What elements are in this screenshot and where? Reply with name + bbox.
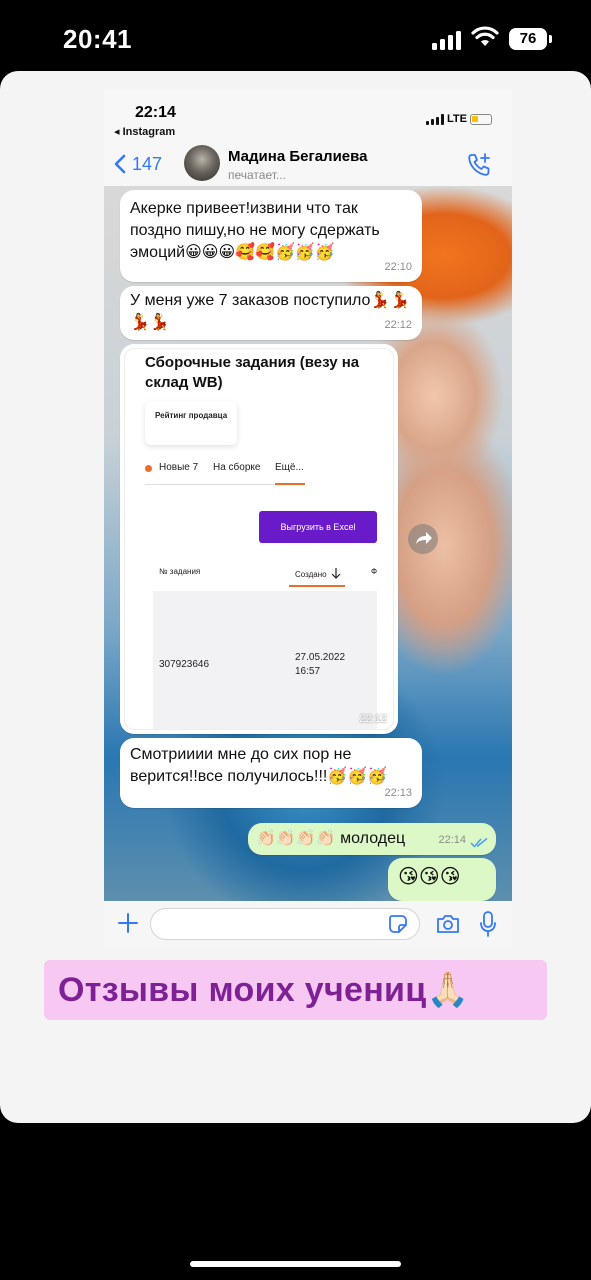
plus-icon[interactable] [116, 911, 140, 935]
column-extra: Ф [371, 567, 378, 576]
inner-status-bar: 22:14 ◂ Instagram LTE [104, 90, 512, 142]
arrow-down-icon [331, 568, 341, 579]
cellular-signal-icon [432, 30, 464, 50]
camera-icon[interactable] [436, 913, 460, 935]
call-add-icon[interactable] [466, 152, 492, 178]
caption-text: Отзывы моих учениц🙏🏻 [58, 971, 470, 1009]
chat-messages[interactable]: Акерке привеет!извини что так поздно пиш… [104, 186, 512, 901]
share-arrow-icon [416, 532, 432, 544]
message-text: 👏🏻👏🏻👏🏻👏🏻 молодец [256, 830, 406, 847]
image-message[interactable]: Сборочные задания (везу на склад WB) Рей… [120, 344, 398, 734]
column-created-label: Создано [295, 570, 327, 579]
message-text: 😘😘😘 [398, 866, 461, 888]
chat-screenshot: 22:14 ◂ Instagram LTE 147 Мадина Бегалие… [104, 90, 512, 948]
notification-dot [145, 465, 152, 472]
outer-clock: 20:41 [63, 24, 132, 54]
message-text: Акерке привеет!извини что так поздно пиш… [130, 200, 380, 261]
message-time: 22:10 [384, 261, 412, 273]
message-bubble[interactable]: Акерке привеет!извини что так поздно пиш… [120, 190, 422, 282]
tab-assembly: На сборке [213, 462, 261, 473]
orders-tabs: Новые 7 На сборке Ещё... [145, 461, 305, 485]
order-datetime: 27.05.2022 16:57 [295, 651, 345, 679]
message-time: 22:12 [384, 319, 412, 331]
tab-new: Новые 7 [159, 462, 199, 473]
wifi-icon [471, 26, 499, 46]
message-time: 22:13 [384, 787, 412, 799]
message-time: 22:14 [438, 834, 466, 846]
forward-button[interactable] [408, 524, 438, 554]
network-type-label: LTE [447, 113, 467, 125]
back-button[interactable]: 147 [114, 150, 162, 178]
outgoing-message-bubble[interactable]: 😘😘😘 [388, 858, 496, 901]
order-number: 307923646 [159, 659, 210, 670]
order-date: 27.05.2022 [295, 652, 346, 663]
unread-count: 147 [132, 153, 163, 174]
outgoing-message-bubble[interactable]: 👏🏻👏🏻👏🏻👏🏻 молодец 22:14 [248, 823, 496, 855]
sticker-icon[interactable] [388, 914, 408, 934]
typing-status: печатает... [228, 168, 286, 182]
message-bubble[interactable]: У меня уже 7 заказов поступило💃💃💃💃 22:12 [120, 286, 422, 340]
outer-status-bar: 20:41 76 [0, 0, 591, 70]
message-text: У меня уже 7 заказов поступило💃💃💃💃 [130, 292, 411, 331]
table-row: 307923646 27.05.2022 16:57 [153, 591, 377, 729]
battery-indicator: 76 [509, 28, 552, 50]
active-tab-underline [275, 483, 305, 485]
message-input-bar [104, 901, 512, 948]
tab-more: Ещё... [275, 462, 304, 473]
avatar[interactable] [184, 145, 220, 181]
message-text: Смотрииии мне до сих пор не верится!!все… [130, 746, 388, 785]
column-order-number: № задания [159, 567, 201, 576]
inner-clock: 22:14 [135, 104, 176, 121]
message-bubble[interactable]: Смотрииии мне до сих пор не верится!!все… [120, 738, 422, 808]
microphone-icon[interactable] [480, 911, 496, 937]
message-input[interactable] [150, 908, 420, 940]
back-to-instagram-link[interactable]: ◂ Instagram [114, 125, 175, 138]
story-caption: Отзывы моих учениц🙏🏻 [44, 960, 547, 1020]
marketplace-screenshot[interactable]: Сборочные задания (везу на склад WB) Рей… [124, 348, 394, 730]
inner-signal-icon [426, 114, 444, 125]
seller-rating-card: Рейтинг продавца [145, 401, 237, 445]
chat-header: 147 Мадина Бегалиева печатает... [104, 142, 512, 186]
column-created: Создано [295, 567, 341, 579]
inner-battery-icon [470, 114, 492, 125]
home-indicator[interactable] [190, 1261, 401, 1267]
chevron-left-icon [114, 154, 126, 174]
orders-title: Сборочные задания (везу на склад WB) [145, 354, 360, 391]
export-excel-button: Выгрузить в Excel [259, 511, 377, 543]
seller-rating-label: Рейтинг продавца [155, 411, 228, 420]
message-time: 22:12 [359, 713, 387, 725]
order-time: 16:57 [295, 666, 321, 677]
read-ticks-icon [470, 837, 488, 848]
sort-underline [289, 585, 345, 587]
contact-name[interactable]: Мадина Бегалиева [228, 148, 368, 165]
